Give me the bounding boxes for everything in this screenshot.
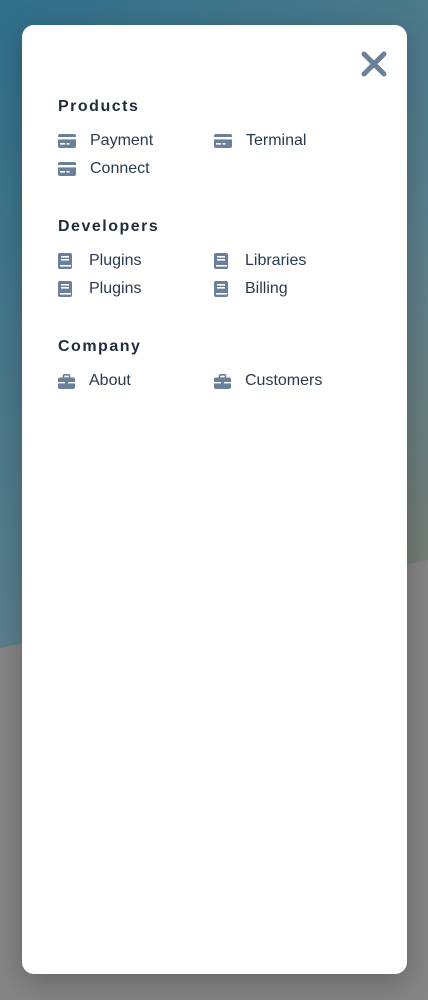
mobile-menu-panel: Products Payment Terminal Connect Develo…: [22, 25, 407, 974]
book-icon: [58, 251, 89, 271]
menu-item-label: Connect: [90, 160, 150, 177]
section-title-company: Company: [58, 338, 142, 355]
menu-item-label: Plugins: [89, 252, 142, 269]
book-icon: [58, 279, 89, 299]
menu-item-label: Terminal: [246, 132, 307, 149]
menu-item-customers[interactable]: Customers: [214, 371, 370, 391]
credit-card-icon: [58, 159, 90, 179]
menu-item-label: Customers: [245, 372, 323, 389]
menu-item-label: Plugins: [89, 280, 142, 297]
company-section: Company About Customers: [58, 337, 388, 391]
briefcase-icon: [214, 371, 245, 391]
section-title-developers: Developers: [58, 218, 160, 235]
close-button[interactable]: [359, 49, 389, 79]
menu-item-terminal[interactable]: Terminal: [214, 131, 370, 151]
products-section: Products Payment Terminal Connect: [58, 97, 388, 179]
close-icon: [361, 51, 387, 77]
menu-item-plugins-2[interactable]: Plugins: [58, 279, 214, 299]
credit-card-icon: [58, 131, 90, 151]
developers-section: Developers Plugins Libraries Plugins Bil…: [58, 217, 388, 299]
menu-item-connect[interactable]: Connect: [58, 159, 214, 179]
menu-item-payment[interactable]: Payment: [58, 131, 214, 151]
section-title-products: Products: [58, 98, 140, 115]
briefcase-icon: [58, 371, 89, 391]
menu-item-label: About: [89, 372, 131, 389]
menu-item-label: Billing: [245, 280, 288, 297]
menu-item-plugins[interactable]: Plugins: [58, 251, 214, 271]
book-icon: [214, 279, 245, 299]
menu-item-billing[interactable]: Billing: [214, 279, 370, 299]
menu-item-about[interactable]: About: [58, 371, 214, 391]
credit-card-icon: [214, 131, 246, 151]
book-icon: [214, 251, 245, 271]
menu-item-label: Libraries: [245, 252, 307, 269]
menu-item-libraries[interactable]: Libraries: [214, 251, 370, 271]
menu-item-label: Payment: [90, 132, 154, 149]
